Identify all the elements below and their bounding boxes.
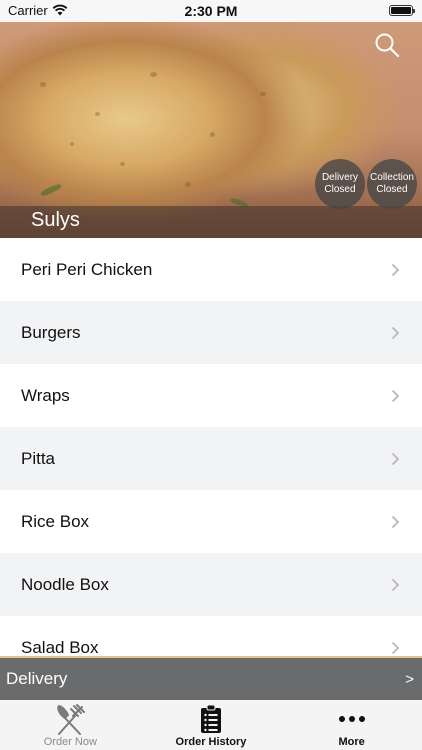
tab-label: Order History: [175, 736, 247, 748]
delivery-status-title: Delivery: [321, 172, 359, 183]
collection-status-value: Closed: [376, 184, 408, 195]
tab-bar: Order Now Order History More: [0, 700, 422, 750]
category-label: Burgers: [21, 322, 81, 342]
battery-icon: [389, 5, 415, 16]
chevron-right-icon: [391, 389, 400, 402]
delivery-status-value: Closed: [324, 184, 356, 195]
chevron-right-icon: [391, 578, 400, 591]
restaurant-name-bar: Sulys: [0, 206, 422, 238]
collection-status-title: Collection: [370, 172, 414, 183]
clipboard-list-icon: [200, 704, 221, 733]
category-row-peri-peri-chicken[interactable]: Peri Peri Chicken: [0, 238, 422, 301]
category-list: Peri Peri Chicken Burgers Wraps Pitta Ri…: [0, 238, 422, 656]
tab-order-now[interactable]: Order Now: [0, 700, 141, 750]
search-icon[interactable]: [374, 32, 400, 58]
category-label: Wraps: [21, 385, 70, 405]
category-row-wraps[interactable]: Wraps: [0, 364, 422, 427]
chevron-right-icon: [391, 452, 400, 465]
category-label: Pitta: [21, 448, 56, 468]
hero-banner: Sulys: [0, 22, 422, 238]
more-dots-icon: [338, 716, 365, 722]
category-label: Noodle Box: [21, 574, 109, 594]
chevron-right-icon: [391, 263, 400, 276]
tab-label: More: [338, 736, 365, 748]
category-row-salad-box[interactable]: Salad Box: [0, 616, 422, 656]
chevron-right-icon: [391, 326, 400, 339]
category-label: Salad Box: [21, 637, 99, 657]
clock: 2:30 PM: [184, 3, 238, 19]
fork-knife-icon: [57, 704, 86, 735]
category-row-noodle-box[interactable]: Noodle Box: [0, 553, 422, 616]
category-label: Rice Box: [21, 511, 90, 531]
chevron-right-icon: [391, 515, 400, 528]
delivery-arrow-icon: >: [405, 670, 414, 688]
tab-label: Order Now: [43, 736, 97, 748]
restaurant-name: Sulys: [31, 209, 80, 231]
collection-status-badge: Collection Closed: [367, 159, 417, 209]
chevron-right-icon: [391, 641, 400, 654]
category-row-pitta[interactable]: Pitta: [0, 427, 422, 490]
category-label: Peri Peri Chicken: [21, 259, 153, 279]
delivery-status-badge: Delivery Closed: [315, 159, 365, 209]
status-bar: Carrier 2:30 PM: [0, 0, 422, 22]
tab-order-history[interactable]: Order History: [141, 700, 282, 750]
tab-more[interactable]: More: [281, 700, 422, 750]
category-row-burgers[interactable]: Burgers: [0, 301, 422, 364]
delivery-mode-label: Delivery: [6, 669, 68, 688]
category-row-rice-box[interactable]: Rice Box: [0, 490, 422, 553]
delivery-mode-bar[interactable]: Delivery >: [0, 656, 422, 700]
